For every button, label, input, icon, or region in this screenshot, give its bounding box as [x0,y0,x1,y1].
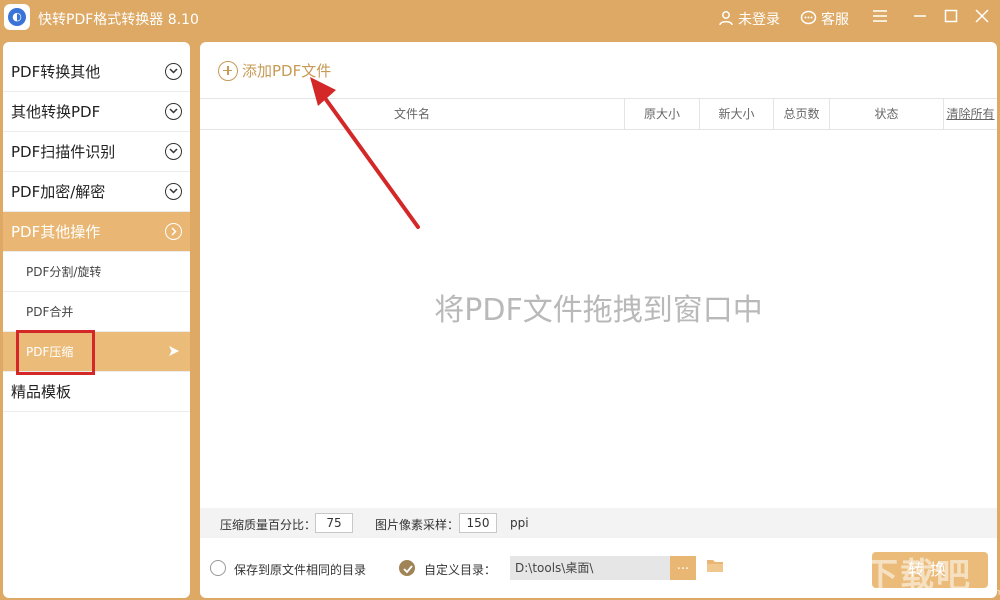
same-dir-label: 保存到原文件相同的目录 [234,563,367,577]
column-header-new-size[interactable]: 新大小 [699,99,773,129]
convert-button[interactable]: 转换 [872,552,988,588]
service-button[interactable]: 客服 [800,9,849,29]
user-icon [718,10,734,29]
sidebar-item-other-to-pdf[interactable]: 其他转换PDF [3,92,190,132]
same-dir-radio[interactable] [210,560,226,576]
sidebar-subitem-label: PDF合并 [26,305,74,319]
sidebar-item-pdf-to-other[interactable]: PDF转换其他 [3,52,190,92]
menu-icon [873,10,887,22]
play-arrow-icon [168,345,180,360]
sidebar-subitem-label: PDF压缩 [26,345,74,359]
sample-input[interactable]: 150 [459,513,497,533]
minimize-button[interactable] [908,6,932,30]
sample-unit: ppi [510,516,529,530]
browse-button[interactable]: ... [670,556,696,580]
output-settings: 保存到原文件相同的目录 自定义目录： D:\tools\桌面\ ... 转换 [200,538,997,598]
column-header-status[interactable]: 状态 [829,99,943,129]
app-logo-icon: ◐ [8,8,26,26]
main-panel: 添加PDF文件 文件名 原大小 新大小 总页数 状态 清除所有 将PDF文件拖拽… [200,42,997,598]
menu-button[interactable] [868,6,892,30]
compress-settings: 压缩质量百分比： 75 图片像素采样： 150 ppi [200,508,997,538]
column-header-original-size[interactable]: 原大小 [624,99,699,129]
quality-input[interactable]: 75 [315,513,353,533]
sidebar-item-label: PDF转换其他 [11,63,101,81]
sidebar-subitem-merge[interactable]: PDF合并 [3,292,190,332]
drop-zone-hint[interactable]: 将PDF文件拖拽到窗口中 [200,285,997,329]
title-bar: ◐ 快转PDF格式转换器 8.10 未登录 客服 [0,0,1000,36]
clear-all-link[interactable]: 清除所有 [943,99,997,129]
sidebar-item-label: PDF其他操作 [11,223,101,241]
sidebar-item-pdf-other-ops[interactable]: PDF其他操作 [3,212,190,252]
column-header-total-pages[interactable]: 总页数 [773,99,829,129]
app-logo: ◐ [4,4,30,30]
app-title: 快转PDF格式转换器 8.10 [38,12,199,28]
chevron-right-icon [165,223,182,240]
custom-dir-label: 自定义目录： [424,563,497,577]
quality-label: 压缩质量百分比： [220,518,317,532]
login-button[interactable]: 未登录 [718,9,780,29]
custom-dir-radio[interactable] [399,560,415,576]
sidebar: PDF转换其他 其他转换PDF PDF扫描件识别 PDF加密/解密 PDF其他操… [3,42,190,598]
chat-icon [800,10,817,29]
login-label: 未登录 [738,12,780,28]
sidebar-subitem-label: PDF分割/旋转 [26,265,102,279]
annotation-arrow [310,77,420,229]
close-icon [975,9,989,23]
service-label: 客服 [821,12,849,28]
chevron-down-icon [165,183,182,200]
chevron-down-icon [165,143,182,160]
maximize-button[interactable] [939,6,963,30]
plus-circle-icon [218,60,238,81]
maximize-icon [944,9,958,23]
sidebar-subitem-compress[interactable]: PDF压缩 [3,332,190,372]
sample-label: 图片像素采样： [375,518,460,532]
minimize-icon [914,15,926,17]
check-icon [403,565,413,574]
output-path-field[interactable]: D:\tools\桌面\ [510,556,696,580]
sidebar-subitem-split-rotate[interactable]: PDF分割/旋转 [3,252,190,292]
sidebar-item-pdf-ocr[interactable]: PDF扫描件识别 [3,132,190,172]
sidebar-item-pdf-encrypt[interactable]: PDF加密/解密 [3,172,190,212]
close-button[interactable] [970,6,994,30]
folder-icon[interactable] [706,558,724,576]
chevron-down-icon [165,103,182,120]
sidebar-item-label: PDF扫描件识别 [11,143,116,161]
sidebar-item-label: PDF加密/解密 [11,183,106,201]
sidebar-item-label: 精品模板 [11,383,72,401]
chevron-down-icon [165,63,182,80]
sidebar-item-label: 其他转换PDF [11,103,101,121]
sidebar-item-templates[interactable]: 精品模板 [3,372,190,412]
